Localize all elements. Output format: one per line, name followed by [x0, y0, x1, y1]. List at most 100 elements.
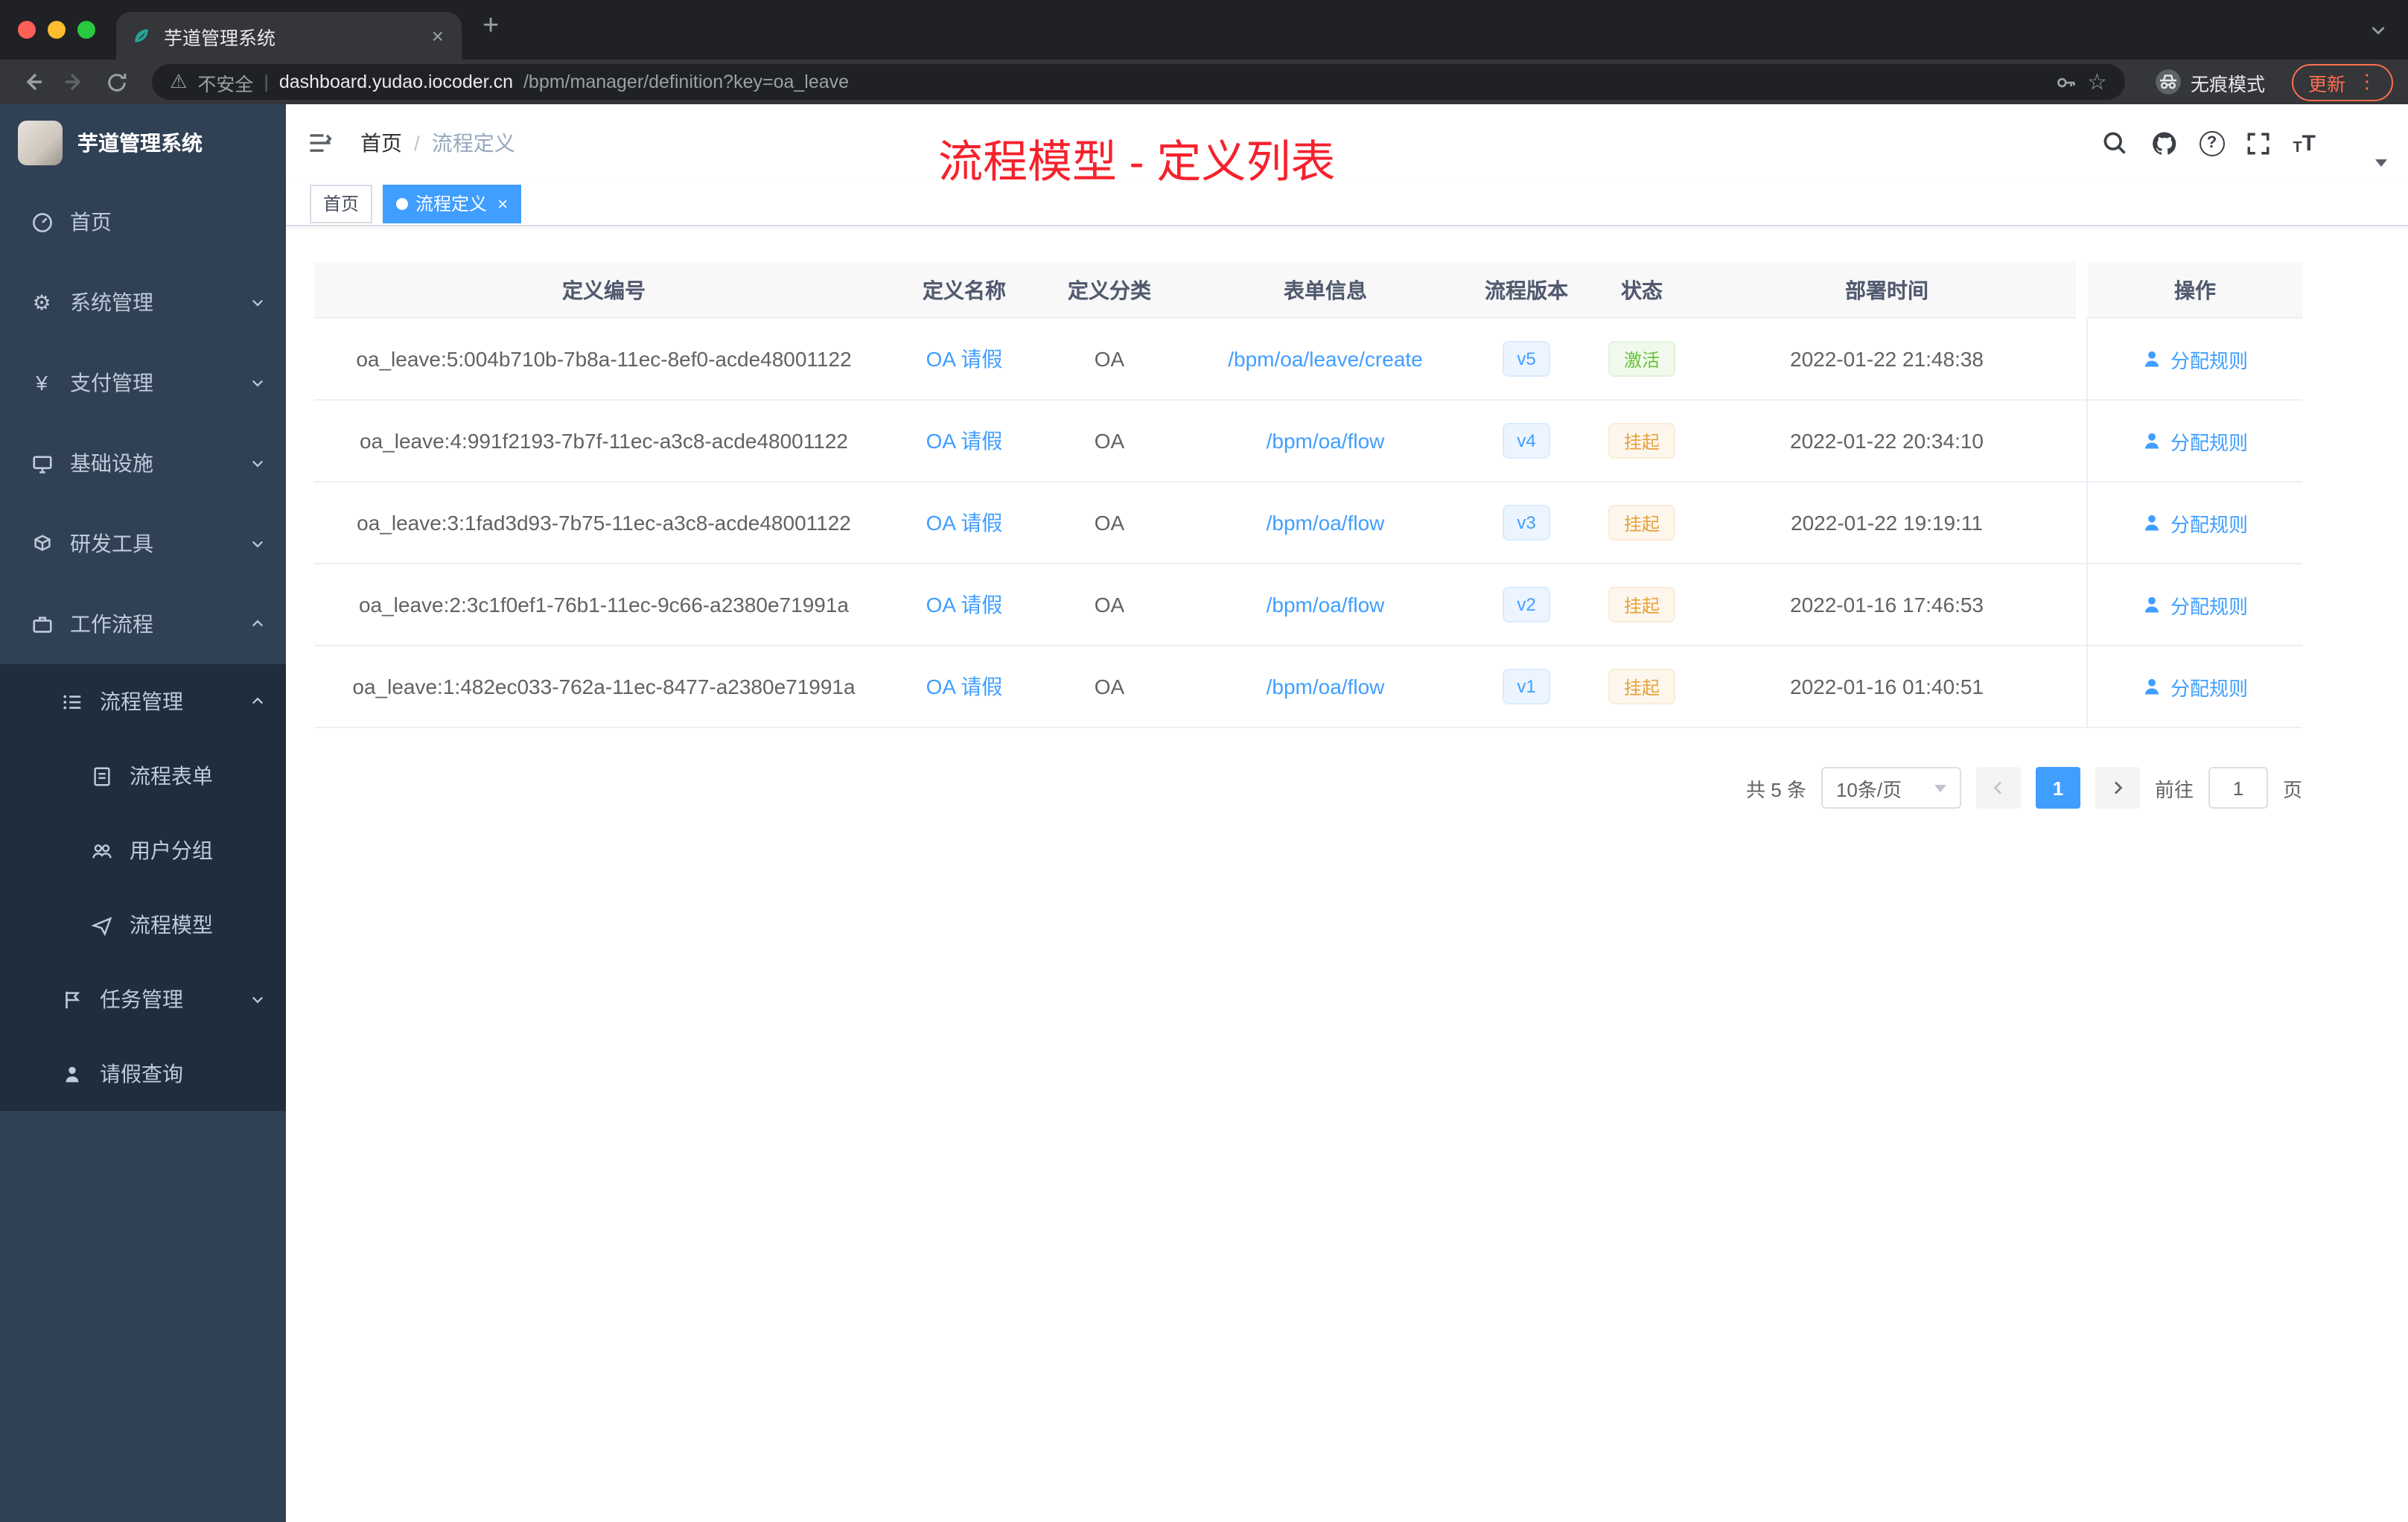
browser-tabstrip: 芋道管理系统 × + — [0, 0, 2408, 60]
next-page-button[interactable] — [2095, 767, 2140, 809]
user-avatar[interactable] — [2334, 118, 2387, 168]
reload-button[interactable] — [98, 64, 134, 100]
breadcrumb-separator: / — [414, 131, 420, 155]
version-badge[interactable]: v2 — [1502, 587, 1551, 623]
col-header-status[interactable]: 状态 — [1586, 262, 1698, 319]
url-bar[interactable]: ⚠ 不安全 | dashboard.yudao.iocoder.cn /bpm/… — [152, 64, 2125, 100]
table-header-row: 定义编号 定义名称 定义分类 表单信息 流程版本 状态 部署时间 操作 — [314, 262, 2302, 319]
sidebar-item-home[interactable]: 首页 — [0, 182, 286, 262]
definition-name-link[interactable]: OA 请假 — [926, 344, 1003, 374]
form-link[interactable]: /bpm/oa/flow — [1267, 675, 1385, 698]
assign-rule-button[interactable]: 分配规则 — [2142, 427, 2248, 455]
sidebar-item-dev-tools[interactable]: 研发工具 — [0, 503, 286, 584]
col-header-actions[interactable]: 操作 — [2088, 262, 2302, 319]
github-icon[interactable] — [2148, 127, 2181, 159]
sidebar-item-payment[interactable]: ¥ 支付管理 — [0, 343, 286, 423]
page-size-select[interactable]: 10条/页 — [1821, 767, 1961, 809]
table-row: oa_leave:2:3c1f0ef1-76b1-11ec-9c66-a2380… — [314, 564, 2302, 646]
sidebar-logo[interactable]: 芋道管理系统 — [0, 104, 286, 182]
tag-process-definition[interactable]: 流程定义 × — [383, 184, 522, 223]
search-icon[interactable] — [2098, 127, 2130, 159]
tab-close-icon[interactable]: × — [429, 24, 447, 48]
cell-deploy-time: 2022-01-16 17:46:53 — [1698, 564, 2076, 646]
window-zoom-button[interactable] — [77, 21, 95, 39]
status-badge: 激活 — [1608, 341, 1675, 377]
browser-update-button[interactable]: 更新 ⋮ — [2291, 63, 2393, 101]
version-badge[interactable]: v3 — [1502, 505, 1551, 541]
back-button[interactable] — [15, 64, 51, 100]
cell-category: OA — [1035, 564, 1184, 646]
update-label: 更新 — [2307, 74, 2345, 95]
cell-deploy-time: 2022-01-16 01:40:51 — [1698, 646, 2076, 728]
main-panel: 流程模型 - 定义列表 首页 / 流程定义 ? T T 首页 流程定义 × 定义… — [286, 104, 2408, 1522]
col-header-category[interactable]: 定义分类 — [1035, 262, 1184, 319]
sidebar-item-label: 系统管理 — [70, 290, 153, 314]
tab-search-chevron-icon[interactable] — [2369, 21, 2387, 39]
sidebar-item-leave-query[interactable]: 请假查询 — [0, 1037, 286, 1111]
tag-home[interactable]: 首页 — [310, 184, 373, 223]
table-row: oa_leave:1:482ec033-762a-11ec-8477-a2380… — [314, 646, 2302, 728]
col-header-name[interactable]: 定义名称 — [894, 262, 1035, 319]
form-link[interactable]: /bpm/oa/flow — [1267, 511, 1385, 535]
task-icon — [60, 987, 83, 1011]
sidebar-item-system[interactable]: ⚙ 系统管理 — [0, 262, 286, 343]
version-badge[interactable]: v4 — [1502, 423, 1551, 459]
definition-name-link[interactable]: OA 请假 — [926, 672, 1003, 701]
sidebar-item-label: 基础设施 — [70, 451, 153, 475]
sidebar-item-process-form[interactable]: 流程表单 — [0, 739, 286, 813]
page-goto-input[interactable] — [2208, 767, 2268, 809]
sidebar-item-label: 工作流程 — [70, 612, 153, 636]
sidebar-item-infrastructure[interactable]: 基础设施 — [0, 423, 286, 503]
window-controls — [0, 0, 116, 60]
browser-menu-kebab-icon[interactable]: ⋮ — [2357, 70, 2377, 94]
sidebar-item-task-management[interactable]: 任务管理 — [0, 962, 286, 1037]
sidebar-item-process-management[interactable]: 流程管理 — [0, 664, 286, 739]
forward-button[interactable] — [57, 64, 92, 100]
window-close-button[interactable] — [18, 21, 36, 39]
form-link[interactable]: /bpm/oa/leave/create — [1228, 347, 1423, 371]
bookmark-star-icon[interactable]: ☆ — [2087, 71, 2107, 93]
breadcrumb-home[interactable]: 首页 — [360, 128, 402, 158]
assign-rule-label: 分配规则 — [2170, 677, 2248, 699]
col-header-id[interactable]: 定义编号 — [314, 262, 894, 319]
browser-tab[interactable]: 芋道管理系统 × — [116, 12, 462, 60]
security-label[interactable]: 不安全 — [197, 68, 253, 96]
assign-rule-button[interactable]: 分配规则 — [2142, 509, 2248, 537]
font-size-icon[interactable]: TT — [2293, 130, 2316, 156]
chevron-up-icon — [250, 694, 265, 709]
tag-close-icon[interactable]: × — [497, 193, 508, 214]
definition-name-link[interactable]: OA 请假 — [926, 590, 1003, 620]
sidebar-item-process-model[interactable]: 流程模型 — [0, 888, 286, 962]
col-header-deploy-time[interactable]: 部署时间 — [1698, 262, 2076, 319]
sidebar-item-label: 用户分组 — [130, 838, 213, 862]
prev-page-button[interactable] — [1975, 767, 2021, 809]
infrastructure-icon — [30, 451, 54, 475]
new-tab-button[interactable]: + — [482, 10, 499, 43]
breadcrumb: 首页 / 流程定义 — [360, 128, 515, 158]
definition-name-link[interactable]: OA 请假 — [926, 508, 1003, 538]
sidebar-item-user-group[interactable]: 用户分组 — [0, 813, 286, 888]
tag-label: 首页 — [323, 194, 360, 214]
help-icon[interactable]: ? — [2199, 130, 2225, 156]
sidebar-item-label: 首页 — [70, 210, 112, 234]
fullscreen-icon[interactable] — [2242, 127, 2275, 159]
form-link[interactable]: /bpm/oa/flow — [1267, 593, 1385, 617]
version-badge[interactable]: v1 — [1502, 669, 1551, 704]
page-number-button[interactable]: 1 — [2035, 767, 2080, 809]
window-minimize-button[interactable] — [48, 21, 66, 39]
assign-rule-button[interactable]: 分配规则 — [2142, 672, 2248, 701]
sidebar-item-workflow[interactable]: 工作流程 — [0, 584, 286, 664]
col-header-form[interactable]: 表单信息 — [1184, 262, 1467, 319]
definition-name-link[interactable]: OA 请假 — [926, 426, 1003, 456]
version-badge[interactable]: v5 — [1502, 341, 1551, 377]
status-badge: 挂起 — [1608, 587, 1675, 623]
form-link[interactable]: /bpm/oa/flow — [1267, 429, 1385, 453]
assign-rule-button[interactable]: 分配规则 — [2142, 590, 2248, 619]
assign-rule-label: 分配规则 — [2170, 595, 2248, 617]
sidebar-item-label: 任务管理 — [100, 987, 183, 1011]
assign-rule-button[interactable]: 分配规则 — [2142, 345, 2248, 373]
dashboard-icon — [30, 210, 54, 234]
hamburger-icon[interactable] — [307, 128, 337, 158]
password-key-icon[interactable] — [2054, 71, 2077, 93]
col-header-version[interactable]: 流程版本 — [1467, 262, 1586, 319]
